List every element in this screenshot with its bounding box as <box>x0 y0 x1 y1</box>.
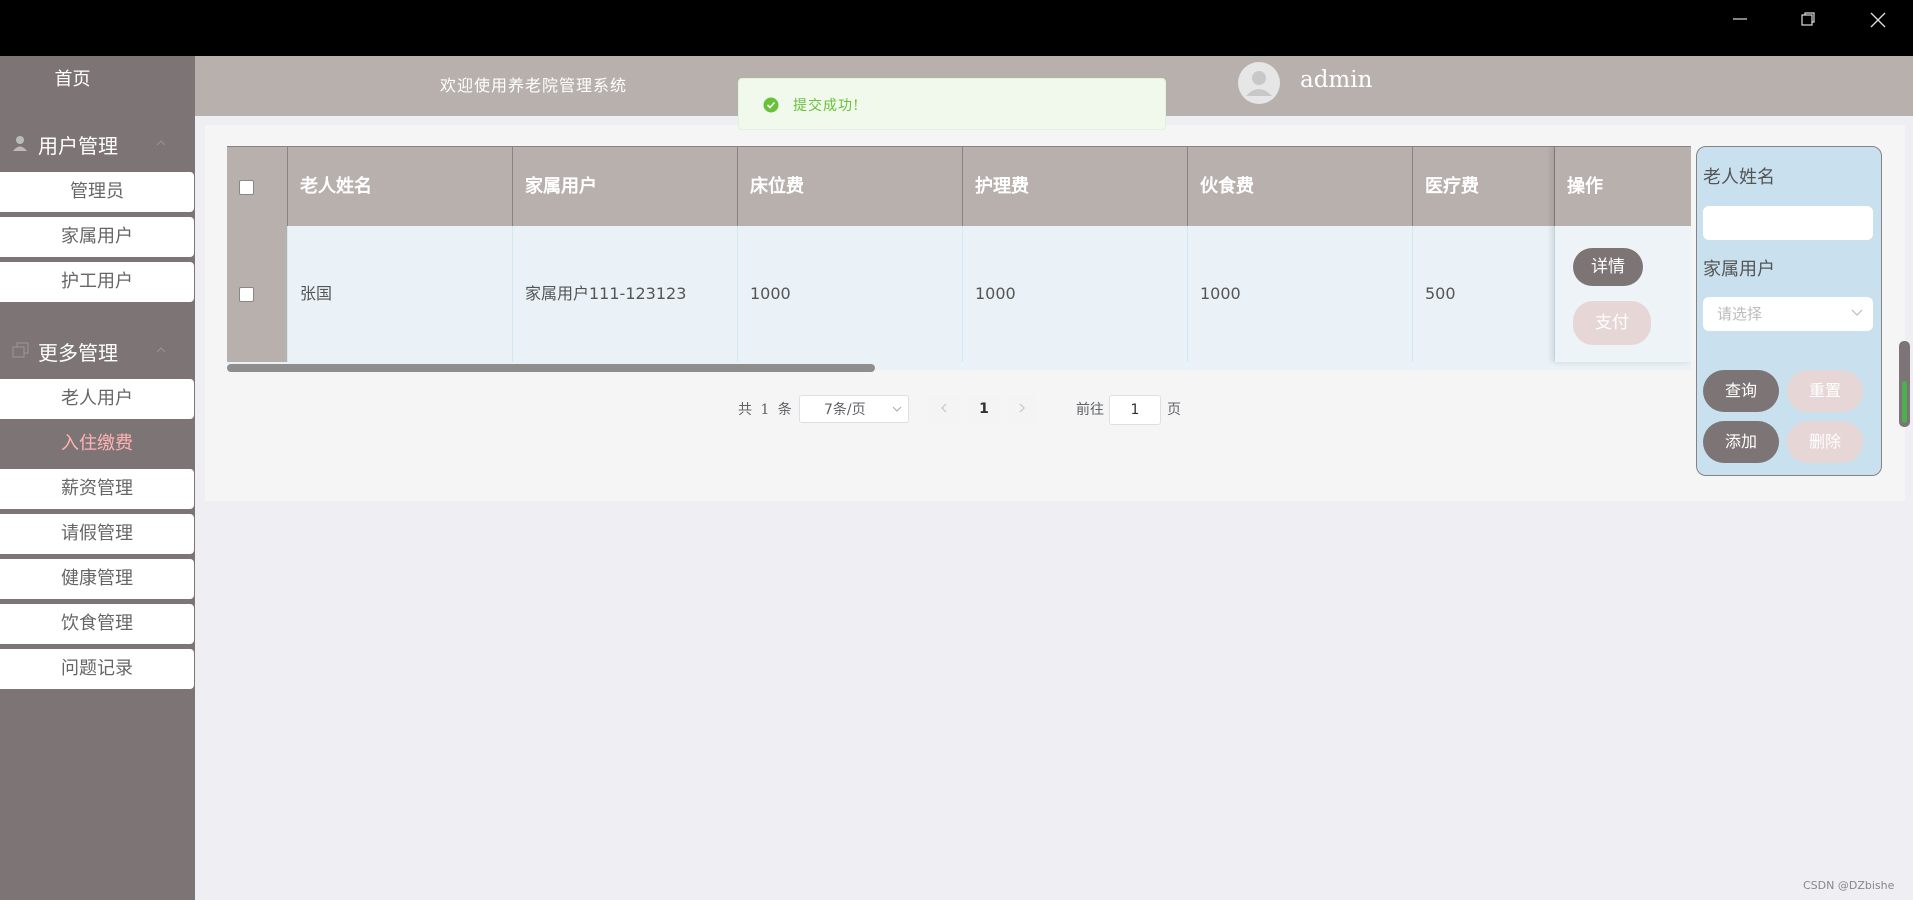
pagination-total: 共 1 条 <box>738 402 794 418</box>
vertical-scrollbar[interactable] <box>1899 341 1910 427</box>
sidebar-item-caregiver[interactable]: 护工用户 <box>0 262 194 302</box>
minimize-icon <box>1733 18 1747 20</box>
family-filter-select[interactable]: 请选择 <box>1703 297 1873 331</box>
sidebar-item-leave[interactable]: 请假管理 <box>0 514 194 554</box>
sidebar-item-family-user[interactable]: 家属用户 <box>0 217 194 257</box>
cell-family: 家属用户111-123123 <box>513 226 738 362</box>
data-table: 老人姓名 家属用户 床位费 护理费 伙食费 医疗费 张国 家属用户111-123… <box>227 146 1691 370</box>
chevron-up-icon <box>156 347 166 353</box>
cell-medical-fee: 500 <box>1413 226 1555 362</box>
goto-page-input[interactable]: 1 <box>1109 395 1161 425</box>
row-select-cell <box>227 226 288 362</box>
goto-unit: 页 <box>1167 402 1181 418</box>
column-header-actions: 操作 <box>1555 146 1691 226</box>
system-title: 欢迎使用养老院管理系统 <box>440 76 628 95</box>
chevron-down-icon <box>892 406 902 412</box>
column-header-bed-fee[interactable]: 床位费 <box>738 146 963 226</box>
goto-label: 前往 <box>1076 402 1104 418</box>
page-size-select[interactable]: 7条/页 <box>799 395 909 423</box>
sidebar-group-more-management[interactable]: 更多管理 <box>0 333 195 369</box>
sidebar-item-checkin-payment[interactable]: 入住缴费 <box>0 424 194 464</box>
delete-button[interactable]: 删除 <box>1787 421 1863 463</box>
column-header-family[interactable]: 家属用户 <box>513 146 738 226</box>
cell-bed-fee: 1000 <box>738 226 963 362</box>
select-all-checkbox[interactable] <box>239 179 254 195</box>
sidebar-group-label: 用户管理 <box>38 134 118 158</box>
chevron-right-icon <box>1019 403 1025 413</box>
sidebar-home[interactable]: 首页 <box>0 56 145 104</box>
sidebar-item-salary[interactable]: 薪资管理 <box>0 469 194 509</box>
horizontal-scrollbar[interactable] <box>227 364 875 372</box>
minimize-button[interactable] <box>1720 6 1760 32</box>
restore-icon <box>1801 12 1815 26</box>
cell-food-fee: 1000 <box>1188 226 1413 362</box>
sidebar-item-health[interactable]: 健康管理 <box>0 559 194 599</box>
sidebar-item-diet[interactable]: 饮食管理 <box>0 604 194 644</box>
success-toast: 提交成功! <box>738 78 1166 130</box>
column-header-medical-fee[interactable]: 医疗费 <box>1413 146 1555 226</box>
user-icon <box>13 136 27 151</box>
user-avatar-icon <box>1246 71 1272 96</box>
row-checkbox[interactable] <box>239 287 254 302</box>
close-icon <box>1870 12 1886 28</box>
query-button[interactable]: 查询 <box>1703 370 1779 412</box>
sidebar-item-admin[interactable]: 管理员 <box>0 172 194 212</box>
cell-care-fee: 1000 <box>963 226 1188 362</box>
family-filter-label: 家属用户 <box>1703 259 1775 280</box>
page-number-current[interactable]: 1 <box>969 395 999 423</box>
close-button[interactable] <box>1858 6 1898 32</box>
chevron-up-icon <box>156 140 166 146</box>
reset-button[interactable]: 重置 <box>1787 370 1863 412</box>
sidebar-group-user-management[interactable]: 用户管理 <box>0 126 195 162</box>
watermark: CSDN @DZbishe <box>1803 879 1895 892</box>
avatar[interactable] <box>1238 62 1280 104</box>
main-panel: 老人姓名 家属用户 床位费 护理费 伙食费 医疗费 张国 家属用户111-123… <box>205 125 1905 501</box>
actions-column: 操作 详情 支付 <box>1555 146 1691 362</box>
add-button[interactable]: 添加 <box>1703 421 1779 463</box>
copy-icon <box>12 342 29 358</box>
sidebar-item-elderly[interactable]: 老人用户 <box>0 379 194 419</box>
toast-message: 提交成功! <box>793 98 860 114</box>
table-header: 老人姓名 家属用户 床位费 护理费 伙食费 医疗费 <box>227 146 1691 226</box>
window-titlebar <box>0 0 1913 56</box>
prev-page-button[interactable] <box>929 395 959 423</box>
chevron-left-icon <box>941 403 947 413</box>
select-all-cell <box>227 146 288 226</box>
page-size-value: 7条/页 <box>824 402 866 418</box>
scrollbar-thumb[interactable] <box>1902 381 1907 423</box>
restore-button[interactable] <box>1788 6 1828 32</box>
pay-button[interactable]: 支付 <box>1573 301 1651 345</box>
sidebar: 首页 用户管理 管理员 家属用户 护工用户 更多管理 老人用户 入住缴费 薪资管… <box>0 56 195 900</box>
cell-name: 张国 <box>288 226 513 362</box>
column-header-food-fee[interactable]: 伙食费 <box>1188 146 1413 226</box>
detail-button[interactable]: 详情 <box>1573 248 1643 286</box>
chevron-down-icon <box>1851 309 1863 316</box>
column-header-name[interactable]: 老人姓名 <box>288 146 513 226</box>
sidebar-group-label: 更多管理 <box>38 341 118 365</box>
column-header-care-fee[interactable]: 护理费 <box>963 146 1188 226</box>
search-panel: 老人姓名 家属用户 请选择 查询 重置 添加 删除 <box>1696 146 1882 476</box>
next-page-button[interactable] <box>1007 395 1037 423</box>
table-row: 张国 家属用户111-123123 1000 1000 1000 500 <box>227 226 1691 362</box>
family-filter-placeholder: 请选择 <box>1717 305 1763 323</box>
check-circle-icon <box>763 97 779 113</box>
name-filter-label: 老人姓名 <box>1703 167 1775 188</box>
name-filter-input[interactable] <box>1703 206 1873 240</box>
username[interactable]: admin <box>1300 67 1372 93</box>
sidebar-item-issues[interactable]: 问题记录 <box>0 649 194 689</box>
